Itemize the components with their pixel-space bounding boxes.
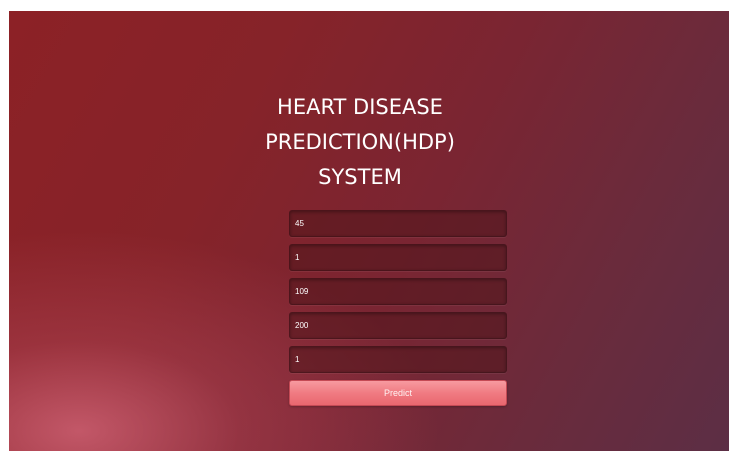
predict-button[interactable]: Predict (289, 380, 507, 406)
input-field-4[interactable] (289, 312, 507, 339)
input-field-5[interactable] (289, 346, 507, 373)
title-line-2: PREDICTION(HDP) (265, 130, 455, 154)
input-field-2[interactable] (289, 244, 507, 271)
title-line-1: HEART DISEASE (277, 95, 443, 119)
input-field-1[interactable] (289, 210, 507, 237)
title-line-3: SYSTEM (318, 165, 402, 189)
input-field-3[interactable] (289, 278, 507, 305)
prediction-form: Predict (289, 210, 507, 406)
page-title: HEART DISEASE PREDICTION(HDP) SYSTEM (0, 90, 729, 195)
